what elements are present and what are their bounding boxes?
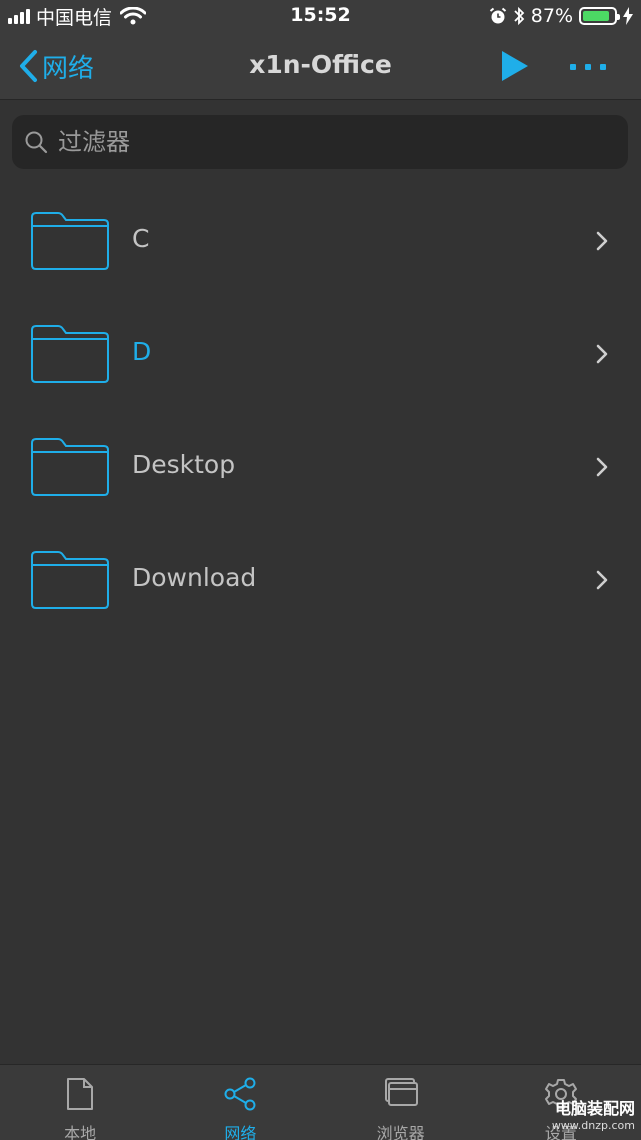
folder-icon [31, 325, 109, 383]
more-icon [570, 64, 576, 70]
share-icon [224, 1077, 256, 1111]
status-right: 87% [489, 4, 633, 28]
search-icon [25, 131, 48, 154]
list-item[interactable]: Desktop [0, 409, 641, 522]
back-button[interactable]: 网络 [18, 48, 94, 84]
tab-bar: 本地 网络 浏览器 设置 [0, 1064, 641, 1140]
list-item[interactable]: Download [0, 522, 641, 635]
chevron-right-icon [596, 231, 608, 251]
tab-network[interactable]: 网络 [160, 1065, 320, 1140]
charging-icon [623, 7, 633, 25]
watermark: 电脑装配网 www.dnzp.com [551, 1099, 635, 1132]
watermark-url: www.dnzp.com [551, 1119, 635, 1132]
file-name: Download [132, 563, 257, 592]
folder-icon [31, 551, 109, 609]
chevron-right-icon [596, 457, 608, 477]
more-button[interactable] [570, 60, 614, 74]
list-item[interactable]: D [0, 296, 641, 409]
back-label: 网络 [42, 53, 95, 84]
browser-icon [384, 1078, 418, 1106]
file-list: C D Desktop Download [0, 183, 641, 635]
search-input[interactable] [58, 128, 598, 156]
chevron-right-icon [596, 570, 608, 590]
file-name: Desktop [132, 450, 236, 479]
page-title: x1n-Office [249, 50, 392, 79]
battery-cap [617, 14, 620, 20]
app-root: 中国电信 15:52 87% 网络 x1n-Office 过滤器 C D Des… [0, 0, 641, 1140]
tab-browser[interactable]: 浏览器 [321, 1065, 481, 1140]
search-bar [12, 115, 628, 169]
bluetooth-icon [514, 6, 525, 26]
play-button[interactable] [500, 50, 530, 82]
battery-percent: 87% [530, 5, 573, 27]
list-item[interactable]: C [0, 183, 641, 296]
file-name: C [132, 224, 150, 253]
tab-label: 本地 [64, 1124, 97, 1140]
chevron-left-icon [20, 50, 37, 82]
folder-icon [31, 438, 109, 496]
nav-bar: 网络 x1n-Office [0, 34, 641, 100]
status-bar: 中国电信 15:52 87% [0, 0, 641, 34]
play-icon [502, 51, 528, 81]
alarm-icon [489, 7, 506, 24]
tab-local[interactable]: 本地 [0, 1065, 160, 1140]
watermark-title: 电脑装配网 [554, 1099, 635, 1118]
folder-icon [31, 212, 109, 270]
battery-fill [583, 11, 609, 21]
file-name: D [132, 337, 152, 366]
document-icon [67, 1078, 94, 1110]
battery-icon [579, 7, 620, 25]
chevron-right-icon [596, 344, 608, 364]
tab-label: 网络 [224, 1124, 257, 1140]
tab-label: 浏览器 [376, 1124, 425, 1140]
